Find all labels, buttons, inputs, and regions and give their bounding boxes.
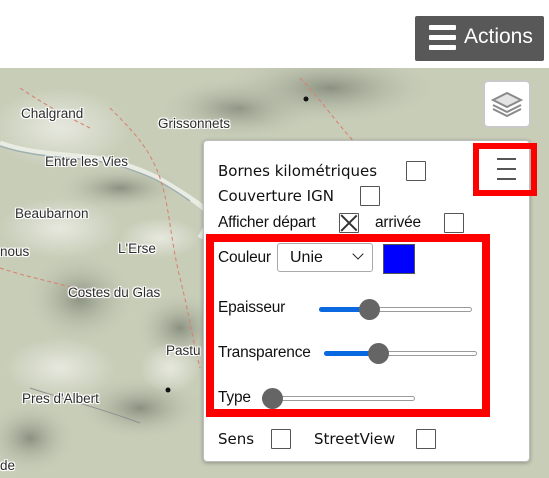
place-label: de bbox=[0, 458, 16, 473]
menu-highlight-box bbox=[473, 143, 537, 196]
couverture-label: Couverture IGN bbox=[218, 187, 334, 205]
sens-label: Sens bbox=[218, 430, 255, 448]
place-label: L'Erse bbox=[118, 241, 156, 256]
layers-icon bbox=[490, 91, 524, 118]
place-label: Pastu bbox=[166, 343, 201, 358]
place-label: Chalgrand bbox=[21, 106, 84, 121]
arrivee-label: arrivée bbox=[375, 214, 421, 231]
afficher-depart-label: Afficher départ bbox=[218, 214, 316, 231]
actions-label: Actions bbox=[464, 25, 533, 48]
streetview-checkbox[interactable] bbox=[416, 429, 436, 449]
actions-button[interactable]: Actions bbox=[415, 16, 544, 61]
place-label: Beaubarnon bbox=[15, 206, 89, 221]
bornes-label: Bornes kilométriques bbox=[218, 162, 378, 180]
arrivee-checkbox[interactable] bbox=[444, 213, 464, 233]
place-label: Entre les Vies bbox=[45, 154, 129, 169]
place-label: nous bbox=[0, 244, 30, 259]
bornes-checkbox[interactable] bbox=[406, 161, 426, 181]
streetview-label: StreetView bbox=[314, 430, 396, 448]
style-highlight-box bbox=[206, 234, 490, 417]
depart-checkbox[interactable] bbox=[339, 213, 359, 233]
place-label: Grissonnets bbox=[158, 116, 231, 131]
top-bar: Actions bbox=[0, 0, 549, 68]
place-label: Costes du Glas bbox=[68, 285, 161, 300]
layers-button[interactable] bbox=[483, 80, 531, 128]
couverture-checkbox[interactable] bbox=[360, 186, 380, 206]
place-label: Pres d'Albert bbox=[22, 391, 99, 406]
sens-checkbox[interactable] bbox=[271, 429, 291, 449]
hamburger-icon bbox=[429, 25, 456, 51]
